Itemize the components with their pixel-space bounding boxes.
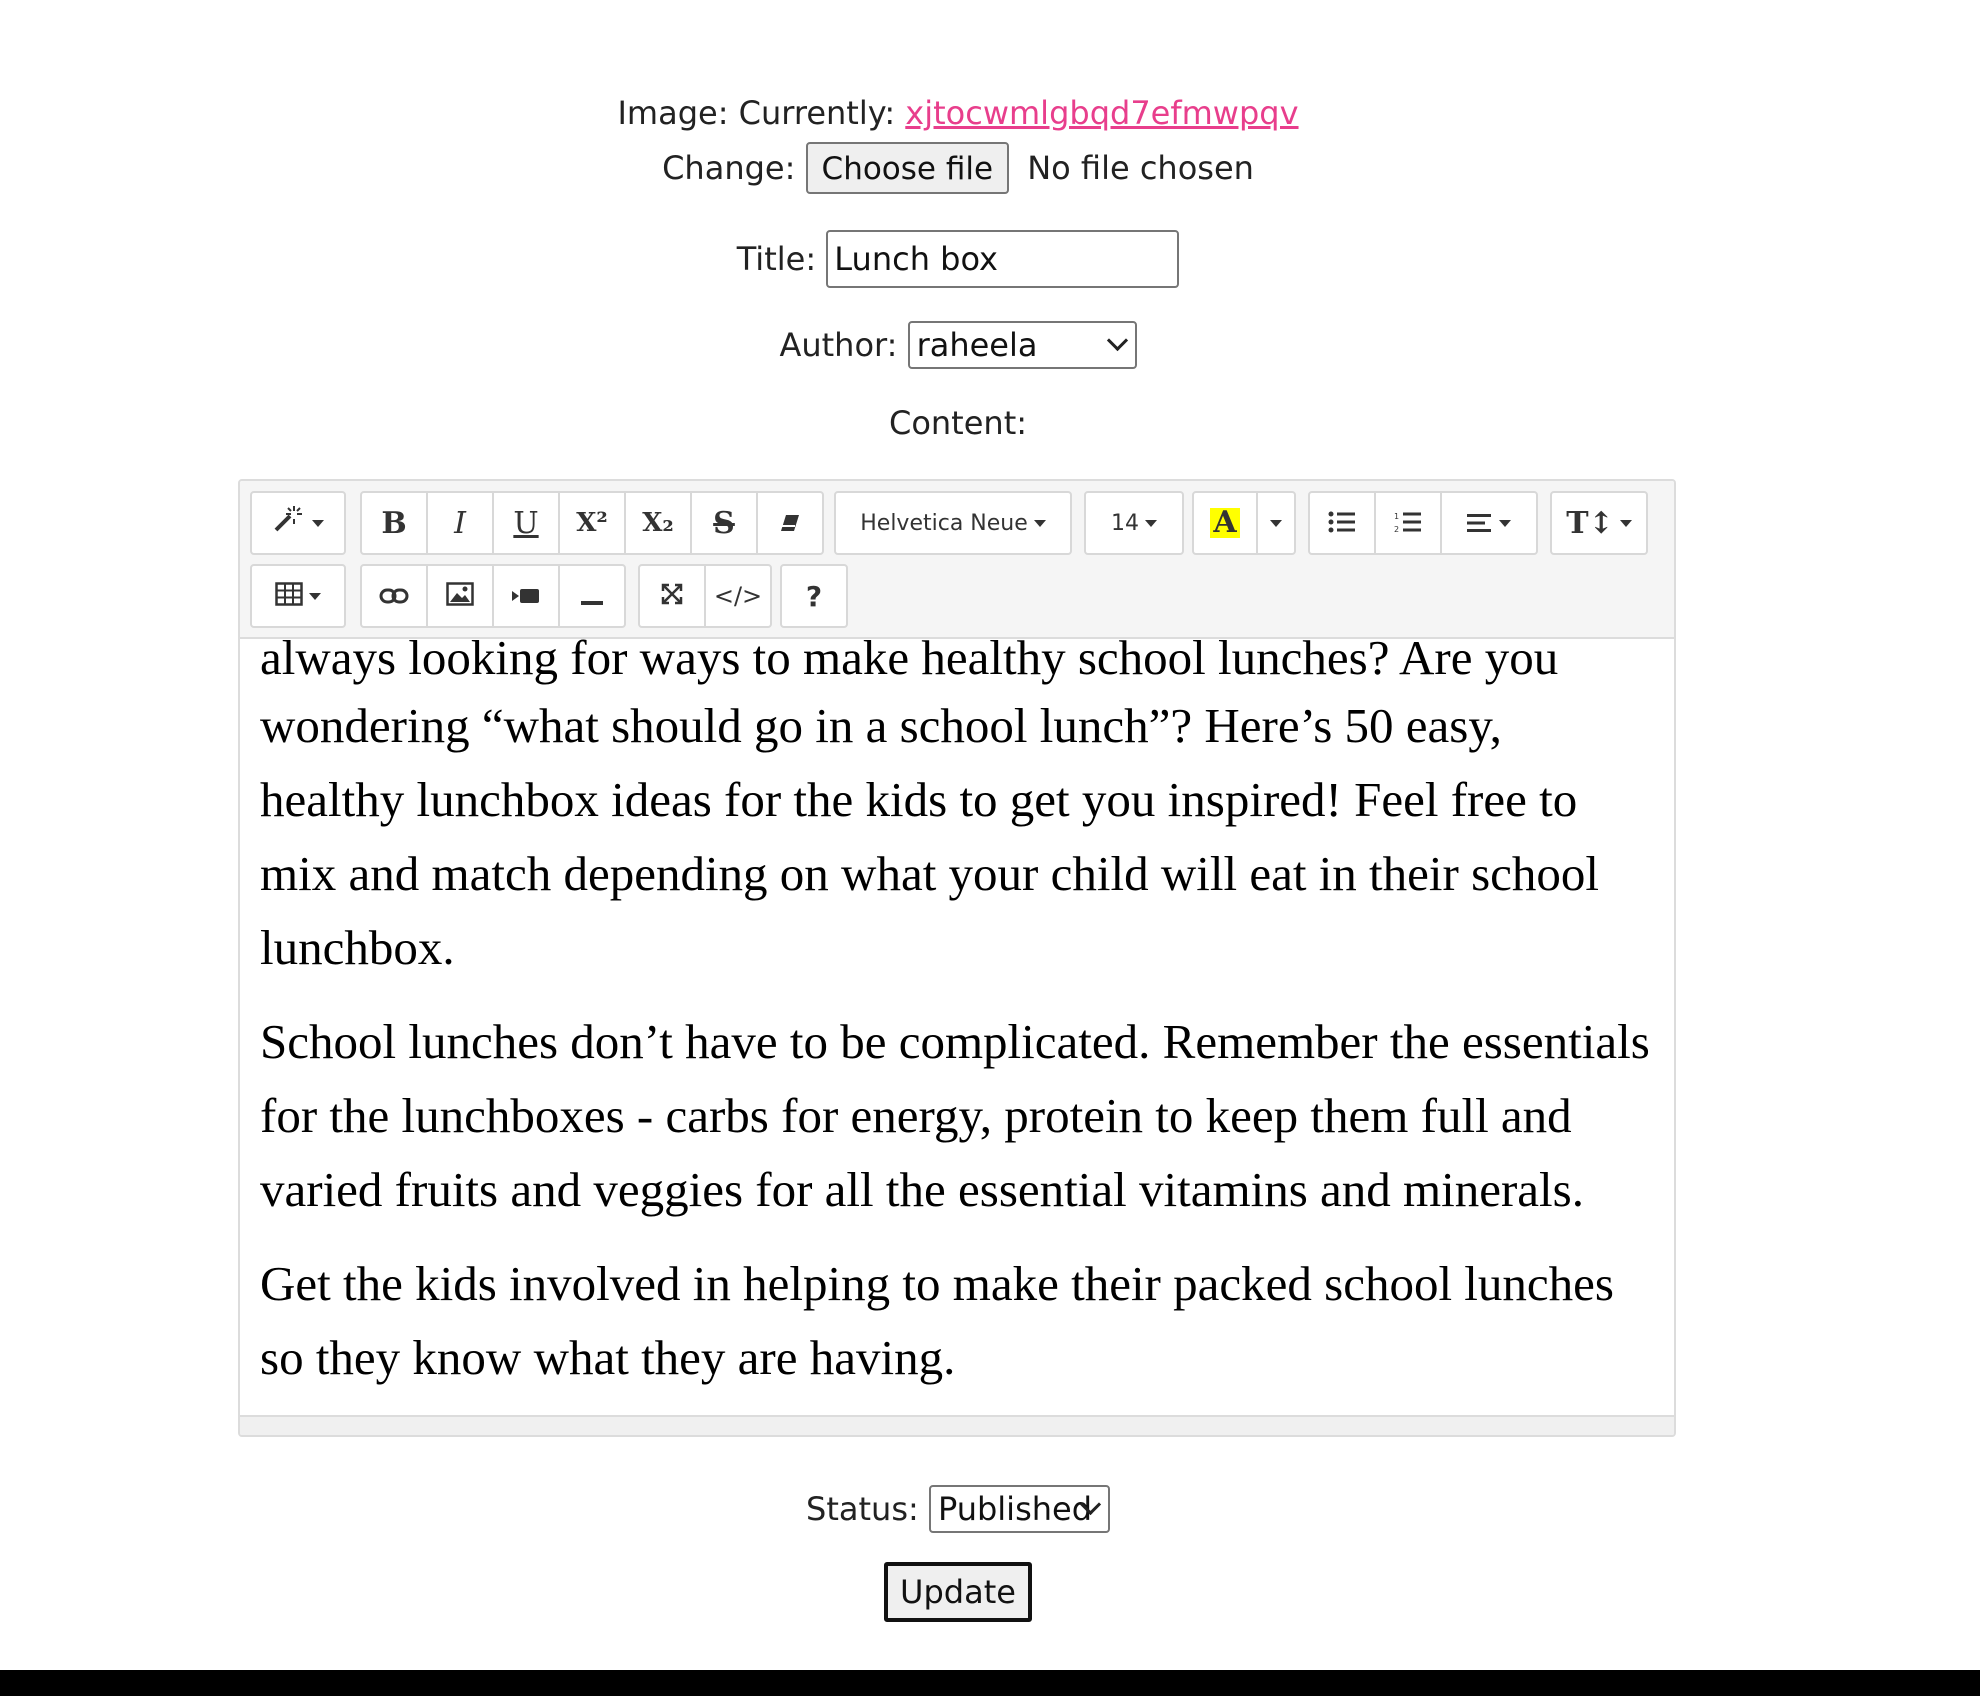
code-view-button[interactable]: </> bbox=[704, 564, 772, 628]
editor-toolbar: B I U X² X₂ S Helvetica Neue 14 A 1 2 T↕… bbox=[240, 481, 1674, 639]
numbered-list-icon: 12 bbox=[1394, 506, 1422, 541]
status-label: Status: bbox=[806, 1490, 919, 1528]
change-label: Change: bbox=[662, 149, 796, 187]
video-button[interactable] bbox=[492, 564, 560, 628]
strikethrough-button[interactable]: S bbox=[690, 491, 758, 555]
help-button[interactable]: ? bbox=[780, 564, 848, 628]
view-group: </> bbox=[638, 564, 772, 628]
minus-icon bbox=[581, 579, 603, 614]
image-button[interactable] bbox=[426, 564, 494, 628]
svg-text:2: 2 bbox=[1394, 525, 1399, 533]
magic-style-button[interactable] bbox=[250, 491, 346, 555]
font-name-value: Helvetica Neue bbox=[860, 510, 1028, 536]
table-icon bbox=[275, 579, 303, 614]
editor-resize-bar[interactable] bbox=[240, 1415, 1674, 1435]
author-label: Author: bbox=[779, 326, 898, 364]
choose-file-button[interactable]: Choose file bbox=[805, 142, 1010, 194]
underline-button[interactable]: U bbox=[492, 491, 560, 555]
clear-format-button[interactable] bbox=[756, 491, 824, 555]
title-row: Title: Lunch box bbox=[0, 227, 1916, 288]
chevron-down-icon bbox=[1106, 329, 1128, 352]
fullscreen-button[interactable] bbox=[638, 564, 706, 628]
current-image-link[interactable]: xjtocwmlgbqd7efmwpqv bbox=[905, 94, 1298, 132]
caret-icon bbox=[309, 592, 321, 600]
caret-icon bbox=[1619, 519, 1632, 527]
ordered-list-button[interactable]: 12 bbox=[1374, 491, 1442, 555]
superscript-button[interactable]: X² bbox=[558, 491, 626, 555]
font-size-dropdown[interactable]: 14 bbox=[1084, 491, 1184, 555]
rich-text-editor: B I U X² X₂ S Helvetica Neue 14 A 1 2 T↕… bbox=[238, 479, 1676, 1437]
status-select[interactable]: Published bbox=[928, 1485, 1110, 1533]
link-icon bbox=[379, 579, 409, 614]
svg-text:1: 1 bbox=[1394, 512, 1399, 521]
bullet-list-icon bbox=[1328, 506, 1356, 541]
content-label-row: Content: bbox=[0, 400, 1916, 446]
caret-icon bbox=[1270, 519, 1282, 527]
author-row: Author: raheela bbox=[0, 318, 1916, 369]
caret-icon bbox=[1033, 519, 1046, 527]
text-color-button[interactable]: A bbox=[1192, 491, 1258, 555]
color-group: A bbox=[1192, 491, 1296, 555]
content-paragraph: School lunches don’t have to be complica… bbox=[260, 1014, 1650, 1217]
help-group: ? bbox=[780, 564, 848, 628]
italic-button[interactable]: I bbox=[426, 491, 494, 555]
table-group bbox=[250, 564, 346, 628]
update-button[interactable]: Update bbox=[884, 1562, 1032, 1622]
content-label: Content: bbox=[888, 404, 1028, 442]
insert-group bbox=[360, 564, 626, 628]
update-row: Update bbox=[0, 1562, 1916, 1624]
title-label: Title: bbox=[736, 240, 817, 278]
author-select[interactable]: raheela bbox=[907, 321, 1137, 369]
format-group: B I U X² X₂ S bbox=[360, 491, 824, 555]
unordered-list-button[interactable] bbox=[1308, 491, 1376, 555]
table-dropdown-button[interactable] bbox=[250, 564, 346, 628]
font-size-group: 14 bbox=[1084, 491, 1184, 555]
style-group bbox=[250, 491, 346, 555]
content-paragraph: wondering “what should go in a school lu… bbox=[260, 698, 1600, 975]
align-dropdown-button[interactable] bbox=[1440, 491, 1538, 555]
subscript-button[interactable]: X₂ bbox=[624, 491, 692, 555]
highlight-letter: A bbox=[1210, 508, 1240, 538]
color-dropdown-button[interactable] bbox=[1256, 491, 1296, 555]
no-file-text: No file chosen bbox=[1027, 149, 1254, 187]
author-value: raheela bbox=[916, 326, 1038, 364]
horizontal-rule-button[interactable] bbox=[558, 564, 626, 628]
content-paragraph: Get the kids involved in helping to make… bbox=[260, 1256, 1614, 1385]
paragraph-group: 12 bbox=[1308, 491, 1538, 555]
change-row: Change: Choose file No file chosen bbox=[0, 138, 1916, 194]
editor-content[interactable]: always looking for ways to make healthy … bbox=[240, 621, 1674, 1421]
image-row: Image: Currently: xjtocwmlgbqd7efmwpqv bbox=[0, 91, 1916, 135]
picture-icon bbox=[446, 579, 474, 614]
image-label: Image: Currently: bbox=[617, 94, 896, 132]
status-value: Published bbox=[937, 1490, 1093, 1528]
bold-button[interactable]: B bbox=[360, 491, 428, 555]
text-height-icon: T↕ bbox=[1566, 505, 1614, 541]
title-input[interactable]: Lunch box bbox=[826, 230, 1180, 288]
line-height-dropdown[interactable]: T↕ bbox=[1550, 491, 1648, 555]
status-row: Status: Published bbox=[0, 1482, 1916, 1533]
magic-wand-icon bbox=[272, 504, 306, 542]
caret-icon bbox=[312, 519, 324, 527]
caret-icon bbox=[1499, 519, 1511, 527]
eraser-icon bbox=[779, 506, 801, 541]
caret-icon bbox=[1145, 519, 1157, 527]
link-button[interactable] bbox=[360, 564, 428, 628]
footer-bar bbox=[0, 1670, 1980, 1696]
height-group: T↕ bbox=[1550, 491, 1648, 555]
font-name-dropdown[interactable]: Helvetica Neue bbox=[834, 491, 1072, 555]
align-left-icon bbox=[1467, 506, 1493, 541]
expand-icon bbox=[660, 579, 684, 614]
video-icon bbox=[511, 579, 541, 614]
font-size-value: 14 bbox=[1111, 510, 1139, 536]
font-name-group: Helvetica Neue bbox=[834, 491, 1072, 555]
